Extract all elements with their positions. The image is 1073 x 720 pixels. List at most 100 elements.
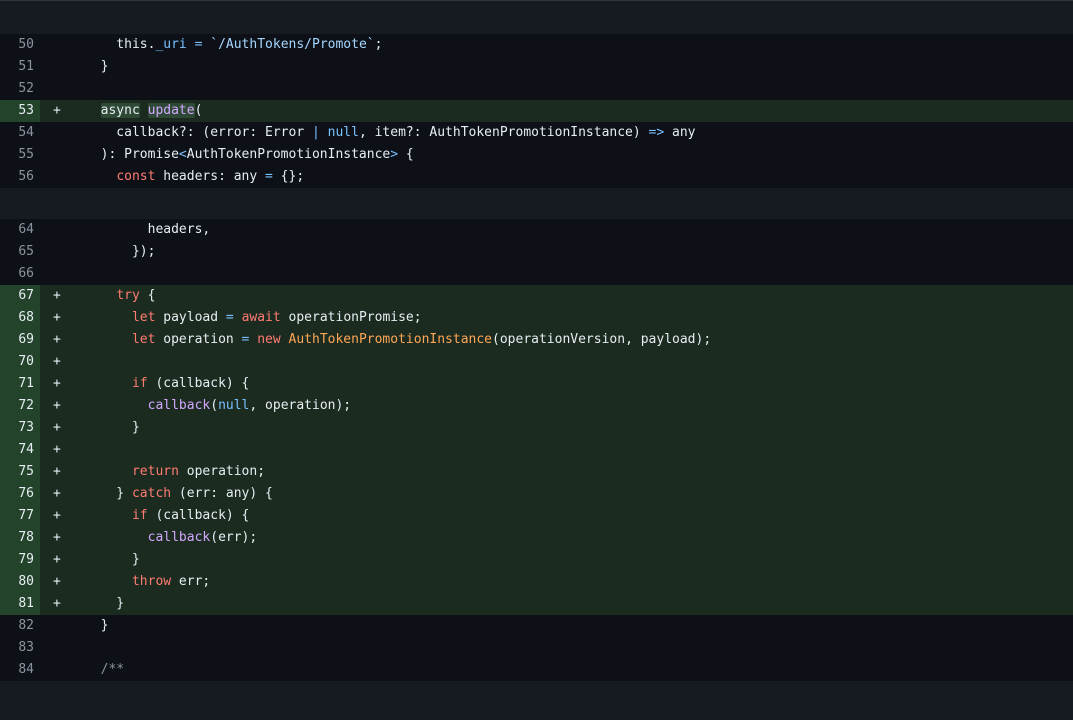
line-number[interactable]: 71 <box>0 373 34 395</box>
line-number[interactable]: 78 <box>0 527 34 549</box>
line-number[interactable]: 79 <box>0 549 34 571</box>
diff-line-context[interactable]: 64 headers, <box>0 219 1073 241</box>
diff-viewer: 50 this._uri = `/AuthTokens/Promote`; 51 … <box>0 0 1073 720</box>
line-number[interactable]: 67 <box>0 285 34 307</box>
diff-line-added[interactable]: 78 + callback(err); <box>0 527 1073 549</box>
diff-line-added[interactable]: 68 + let payload = await operationPromise… <box>0 307 1073 329</box>
diff-line-context[interactable]: 54 callback?: (error: Error | null, item… <box>0 122 1073 144</box>
code-token: operation; <box>178 464 266 479</box>
code-token: callback <box>147 398 211 413</box>
line-number[interactable]: 68 <box>0 307 34 329</box>
code-token: `/AuthTokens/Promote` <box>210 37 375 52</box>
line-number[interactable]: 54 <box>0 122 34 144</box>
line-number[interactable]: 80 <box>0 571 34 593</box>
line-number[interactable]: 55 <box>0 144 34 166</box>
line-number[interactable]: 66 <box>0 263 34 285</box>
line-number[interactable]: 82 <box>0 615 34 637</box>
code-token: return <box>131 464 179 479</box>
added-line-marker: + <box>53 508 61 523</box>
diff-line-added[interactable]: 53 + async update( <box>0 100 1073 122</box>
line-number[interactable]: 83 <box>0 637 34 659</box>
added-line-marker: + <box>53 442 61 457</box>
diff-line-context[interactable]: 65 }); <box>0 241 1073 263</box>
line-number[interactable]: 72 <box>0 395 34 417</box>
diff-line-context[interactable]: 56 const headers: any = {}; <box>0 166 1073 188</box>
diff-line-added[interactable]: 75 + return operation; <box>0 461 1073 483</box>
added-line-marker: + <box>53 596 61 611</box>
diff-line-context[interactable]: 82 } <box>0 615 1073 637</box>
code-content: } <box>85 615 109 637</box>
line-number[interactable]: 69 <box>0 329 34 351</box>
line-number[interactable]: 81 <box>0 593 34 615</box>
code-token: operationPromise; <box>280 310 422 325</box>
diff-line-context[interactable]: 66 <box>0 263 1073 285</box>
diff-line-added[interactable]: 79 + } <box>0 549 1073 571</box>
diff-line-added[interactable]: 76 + } catch (err: any) { <box>0 483 1073 505</box>
diff-line-context[interactable]: 51 } <box>0 56 1073 78</box>
line-number[interactable]: 84 <box>0 659 34 681</box>
code-token: callback?: (error: Error <box>85 125 312 140</box>
line-number[interactable]: 64 <box>0 219 34 241</box>
diff-line-added[interactable]: 70 + <box>0 351 1073 373</box>
code-token: } <box>85 59 109 74</box>
line-number[interactable]: 65 <box>0 241 34 263</box>
added-line-marker: + <box>53 354 61 369</box>
hunk-expander-bottom[interactable] <box>0 681 1073 720</box>
diff-line-added[interactable]: 77 + if (callback) { <box>0 505 1073 527</box>
diff-line-context[interactable]: 83 <box>0 637 1073 659</box>
line-number[interactable]: 70 <box>0 351 34 373</box>
code-token: null <box>327 125 359 140</box>
code-content: let operation = new AuthTokenPromotionIn… <box>85 329 711 351</box>
hunk-expander-top[interactable] <box>0 1 1073 34</box>
code-token: < <box>178 147 187 162</box>
diff-line-added[interactable]: 73 + } <box>0 417 1073 439</box>
code-token: ; <box>374 37 383 52</box>
line-number[interactable]: 52 <box>0 78 34 100</box>
code-token: this. <box>85 37 156 52</box>
code-content: }); <box>85 241 156 263</box>
code-content: throw err; <box>85 571 210 593</box>
code-token: new <box>257 332 281 347</box>
code-token: let <box>131 310 156 325</box>
diff-line-added[interactable]: 67 + try { <box>0 285 1073 307</box>
line-number[interactable]: 75 <box>0 461 34 483</box>
diff-line-added[interactable]: 69 + let operation = new AuthTokenPromoti… <box>0 329 1073 351</box>
diff-line-context[interactable]: 84 /** <box>0 659 1073 681</box>
line-number[interactable]: 73 <box>0 417 34 439</box>
code-token: }); <box>85 244 156 259</box>
diff-line-context[interactable]: 50 this._uri = `/AuthTokens/Promote`; <box>0 34 1073 56</box>
hunk-expander-middle[interactable] <box>0 188 1073 219</box>
line-number[interactable]: 56 <box>0 166 34 188</box>
added-line-marker: + <box>53 530 61 545</box>
diff-line-added[interactable]: 72 + callback(null, operation); <box>0 395 1073 417</box>
code-content: callback(null, operation); <box>85 395 352 417</box>
diff-hunk: 50 this._uri = `/AuthTokens/Promote`; 51 … <box>0 34 1073 188</box>
code-token: await <box>241 310 281 325</box>
diff-line-added[interactable]: 74 + <box>0 439 1073 461</box>
code-token: let <box>131 332 156 347</box>
added-line-marker: + <box>53 288 61 303</box>
code-token: = <box>225 310 234 325</box>
line-number[interactable]: 53 <box>0 100 34 122</box>
line-number[interactable]: 50 <box>0 34 34 56</box>
code-token: | <box>311 125 320 140</box>
added-line-marker: + <box>53 486 61 501</box>
code-token: (callback) { <box>147 508 250 523</box>
line-number[interactable]: 51 <box>0 56 34 78</box>
diff-line-context[interactable]: 55 ): Promise<AuthTokenPromotionInstance… <box>0 144 1073 166</box>
line-number[interactable]: 77 <box>0 505 34 527</box>
line-number[interactable]: 74 <box>0 439 34 461</box>
code-content: } <box>85 56 109 78</box>
diff-line-context[interactable]: 52 <box>0 78 1073 100</box>
diff-line-added[interactable]: 81 + } <box>0 593 1073 615</box>
code-token: (err: any) { <box>171 486 273 501</box>
diff-line-added[interactable]: 71 + if (callback) { <box>0 373 1073 395</box>
line-number[interactable]: 76 <box>0 483 34 505</box>
diff-line-added[interactable]: 80 + throw err; <box>0 571 1073 593</box>
